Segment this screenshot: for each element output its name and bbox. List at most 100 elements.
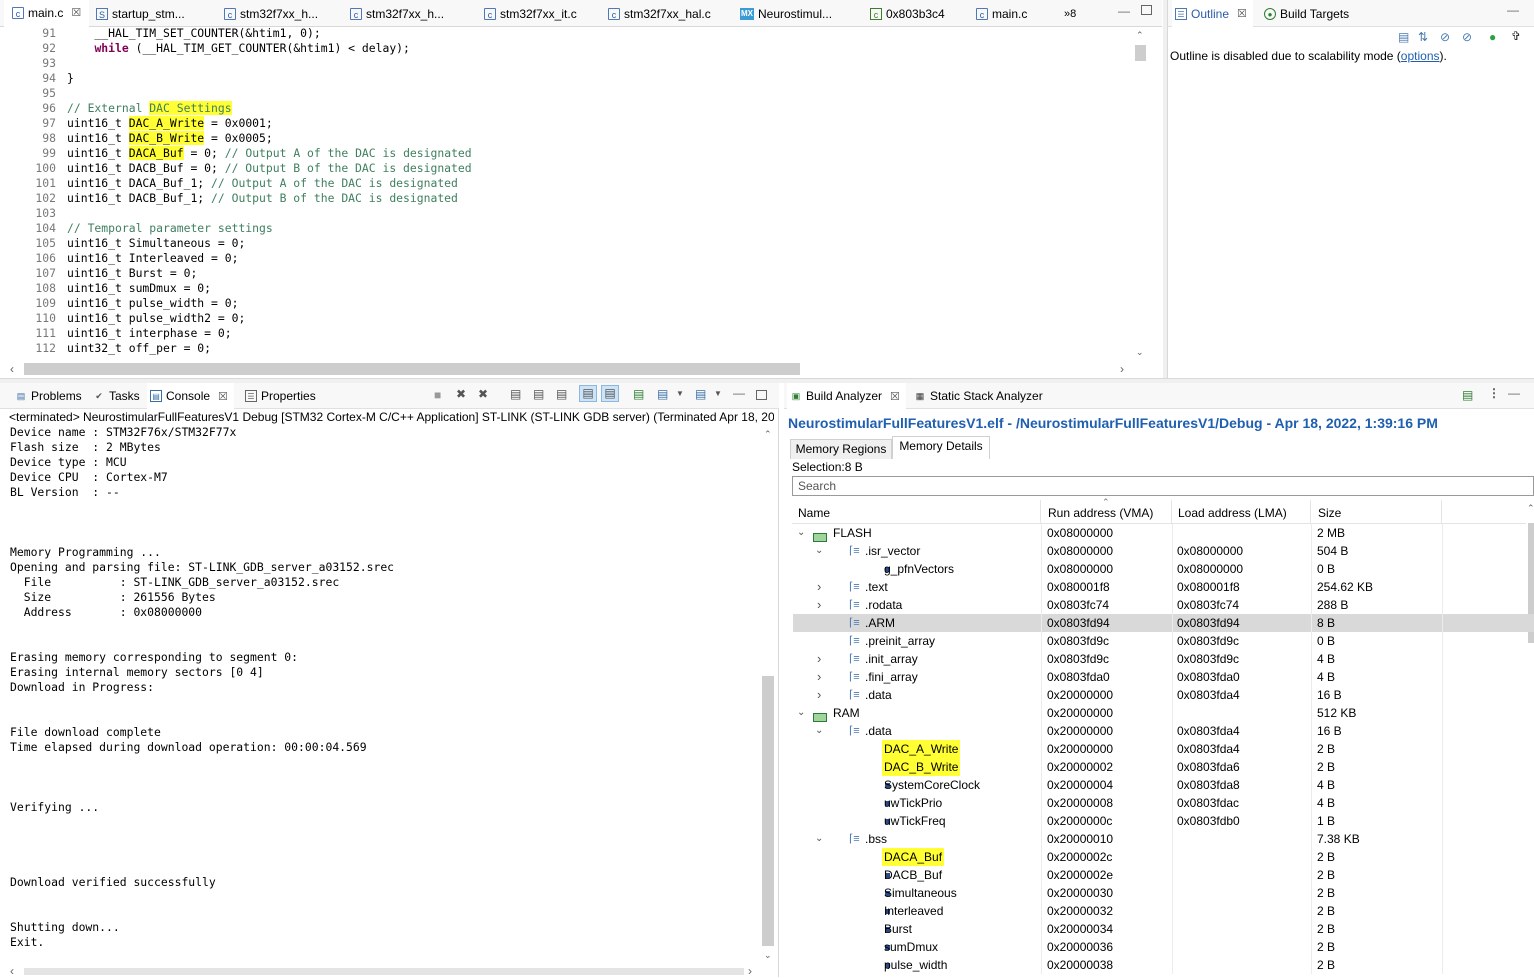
- table-row[interactable]: › ⌈≡ .init_array 0x0803fd9c 0x0803fd9c 4 B: [793, 650, 1534, 668]
- expanded-chevron-icon[interactable]: ⌄: [815, 542, 823, 560]
- close-tab-icon[interactable]: ☒: [890, 390, 900, 403]
- column-divider[interactable]: [1310, 500, 1311, 524]
- close-tab-icon[interactable]: ☒: [71, 6, 81, 19]
- table-row[interactable]: DACA_Buf 0x2000002c 2 B: [793, 848, 1534, 866]
- console-hscroll-thumb[interactable]: [24, 968, 744, 975]
- minimize-outline-button[interactable]: —: [1507, 3, 1519, 17]
- table-row[interactable]: ⌈≡ .ARM 0x0803fd94 0x0803fd94 8 B: [793, 614, 1534, 632]
- hide-static-icon[interactable]: ⊘: [1462, 30, 1472, 44]
- display-console-icon[interactable]: ▤: [657, 387, 668, 401]
- scroll-lock-icon[interactable]: ▤: [533, 387, 544, 401]
- table-row[interactable]: DAC_B_Write 0x20000002 0x0803fda6 2 B: [793, 758, 1534, 776]
- editor-tab[interactable]: c stm32f7xx_h...: [224, 0, 344, 27]
- console-tab[interactable]: ▤ Console ☒: [147, 383, 234, 409]
- table-row[interactable]: SystemCoreClock 0x20000004 0x0803fda8 4 B: [793, 776, 1534, 794]
- table-row[interactable]: ⌄ FLASH 0x08000000 2 MB: [793, 524, 1534, 543]
- column-header-size[interactable]: Size: [1318, 506, 1341, 520]
- code-editor[interactable]: 91 __HAL_TIM_SET_COUNTER(&htim1, 0); 92 w…: [0, 26, 1132, 360]
- scroll-up-arrow-icon[interactable]: ⌃: [1136, 30, 1144, 40]
- table-row[interactable]: › ⌈≡ .data 0x20000000 0x0803fda4 16 B: [793, 686, 1534, 704]
- maximize-editor-button[interactable]: [1141, 5, 1152, 15]
- memory-subtab[interactable]: Memory Regions: [790, 439, 892, 459]
- close-tab-icon[interactable]: ☒: [218, 390, 228, 403]
- table-row[interactable]: Interleaved 0x20000032 2 B: [793, 902, 1534, 920]
- sort-icon[interactable]: ⇅: [1418, 30, 1428, 44]
- console-vscroll-thumb[interactable]: [762, 676, 774, 946]
- editor-tab[interactable]: c stm32f7xx_hal.c: [608, 0, 730, 27]
- column-header-name[interactable]: Name: [798, 506, 830, 520]
- editor-tab[interactable]: c stm32f7xx_h...: [350, 0, 472, 27]
- table-row[interactable]: uwTickPrio 0x20000008 0x0803fdac 4 B: [793, 794, 1534, 812]
- console-tab[interactable]: ✔ Tasks: [93, 383, 139, 409]
- link-with-editor-icon[interactable]: ✞: [1511, 29, 1521, 43]
- maximize-console-button[interactable]: [756, 390, 767, 400]
- collapse-all-icon[interactable]: ▤: [1398, 30, 1409, 44]
- table-row[interactable]: › ⌈≡ .fini_array 0x0803fda0 0x0803fda0 4 B: [793, 668, 1534, 686]
- editor-vertical-scrollbar[interactable]: [1134, 28, 1147, 360]
- scroll-down-arrow-icon[interactable]: ⌄: [1136, 347, 1144, 357]
- remove-launch-icon[interactable]: ✖: [456, 387, 466, 401]
- expanded-chevron-icon[interactable]: ⌄: [815, 722, 823, 740]
- more-tabs-button[interactable]: »8: [1064, 0, 1076, 27]
- table-row[interactable]: ⌄ RAM 0x20000000 512 KB: [793, 704, 1534, 723]
- table-row[interactable]: DACB_Buf 0x2000002e 2 B: [793, 866, 1534, 884]
- collapsed-chevron-icon[interactable]: ›: [817, 578, 821, 596]
- column-header-lma[interactable]: Load address (LMA): [1178, 506, 1287, 520]
- hide-fields-icon[interactable]: ⊘: [1440, 30, 1450, 44]
- word-wrap-icon[interactable]: ▤: [556, 387, 567, 401]
- show-on-error-icon[interactable]: ▤: [601, 385, 619, 402]
- table-row[interactable]: DAC_A_Write 0x20000000 0x0803fda4 2 B: [793, 740, 1534, 758]
- view-menu-icon[interactable]: ⋮: [1488, 386, 1500, 400]
- table-row[interactable]: pulse_width 0x20000038 2 B: [793, 956, 1534, 974]
- table-row[interactable]: ⌄ ⌈≡ .data 0x20000000 0x0803fda4 16 B: [793, 722, 1534, 740]
- search-input[interactable]: Search: [792, 476, 1534, 496]
- table-row[interactable]: ⌄ ⌈≡ .bss 0x20000010 7.38 KB: [793, 830, 1534, 848]
- table-row[interactable]: ⌈≡ .preinit_array 0x0803fd9c 0x0803fd9c 0 B: [793, 632, 1534, 650]
- table-row[interactable]: ⌄ ⌈≡ .isr_vector 0x08000000 0x08000000 504 B: [793, 542, 1534, 560]
- refresh-analyzer-icon[interactable]: ▤: [1462, 388, 1473, 402]
- expanded-chevron-icon[interactable]: ⌄: [797, 524, 805, 542]
- editor-tab[interactable]: c main.c ☒: [4, 0, 89, 27]
- open-console-dropdown-icon[interactable]: ▼: [714, 389, 722, 398]
- clear-console-icon[interactable]: ▤: [510, 387, 521, 401]
- console-scroll-up-icon[interactable]: ⌃: [764, 429, 772, 439]
- memory-subtab[interactable]: Memory Details: [892, 436, 990, 459]
- editor-tab[interactable]: Sstartup_stm...: [96, 0, 214, 27]
- console-scroll-right-icon[interactable]: ›: [748, 965, 752, 977]
- minimize-console-button[interactable]: —: [733, 386, 745, 400]
- terminate-icon[interactable]: ■: [434, 388, 441, 402]
- column-header-vma[interactable]: Run address (VMA): [1048, 506, 1153, 520]
- column-divider[interactable]: [1171, 500, 1172, 524]
- collapsed-chevron-icon[interactable]: ›: [817, 686, 821, 704]
- outline-tab[interactable]: ● Build Targets: [1264, 0, 1349, 27]
- outline-tab[interactable]: ☰ Outline ☒: [1172, 0, 1253, 27]
- table-row[interactable]: sumDmux 0x20000036 2 B: [793, 938, 1534, 956]
- outline-options-link[interactable]: options: [1401, 49, 1440, 63]
- editor-tab[interactable]: MX Neurostimul...: [740, 0, 862, 27]
- table-row[interactable]: Burst 0x20000034 2 B: [793, 920, 1534, 938]
- console-scroll-down-icon[interactable]: ⌄: [764, 950, 772, 960]
- console-scroll-left-icon[interactable]: ‹: [10, 965, 14, 977]
- column-divider[interactable]: [1441, 500, 1442, 524]
- analyzer-tab[interactable]: ▣ Build Analyzer ☒: [787, 383, 906, 409]
- console-output[interactable]: Device name : STM32F76x/STM32F77x Flash s…: [10, 425, 758, 963]
- collapsed-chevron-icon[interactable]: ›: [817, 596, 821, 614]
- analyzer-tab[interactable]: ▦ Static Stack Analyzer: [914, 383, 1043, 409]
- collapsed-chevron-icon[interactable]: ›: [817, 668, 821, 686]
- expanded-chevron-icon[interactable]: ⌄: [815, 830, 823, 848]
- show-on-output-icon[interactable]: ▤: [579, 385, 597, 402]
- minimize-analyzer-button[interactable]: —: [1508, 386, 1520, 400]
- editor-tab[interactable]: c 0x803b3c4: [870, 0, 970, 27]
- pin-console-icon[interactable]: ▤: [633, 387, 644, 401]
- editor-tab[interactable]: c main.c: [976, 0, 1056, 27]
- expanded-chevron-icon[interactable]: ⌄: [797, 704, 805, 722]
- display-console-dropdown-icon[interactable]: ▼: [676, 389, 684, 398]
- table-row[interactable]: Simultaneous 0x20000030 2 B: [793, 884, 1534, 902]
- minimize-editor-button[interactable]: —: [1118, 4, 1130, 18]
- table-row[interactable]: uwTickFreq 0x2000000c 0x0803fdb0 1 B: [793, 812, 1534, 830]
- scroll-right-arrow-icon[interactable]: ›: [1120, 363, 1124, 375]
- remove-all-terminated-icon[interactable]: ✖: [478, 387, 488, 401]
- hide-nonpublic-icon[interactable]: ●: [1489, 30, 1496, 44]
- open-console-icon[interactable]: ▤: [695, 387, 706, 401]
- console-tab[interactable]: ▤ Problems: [15, 383, 82, 409]
